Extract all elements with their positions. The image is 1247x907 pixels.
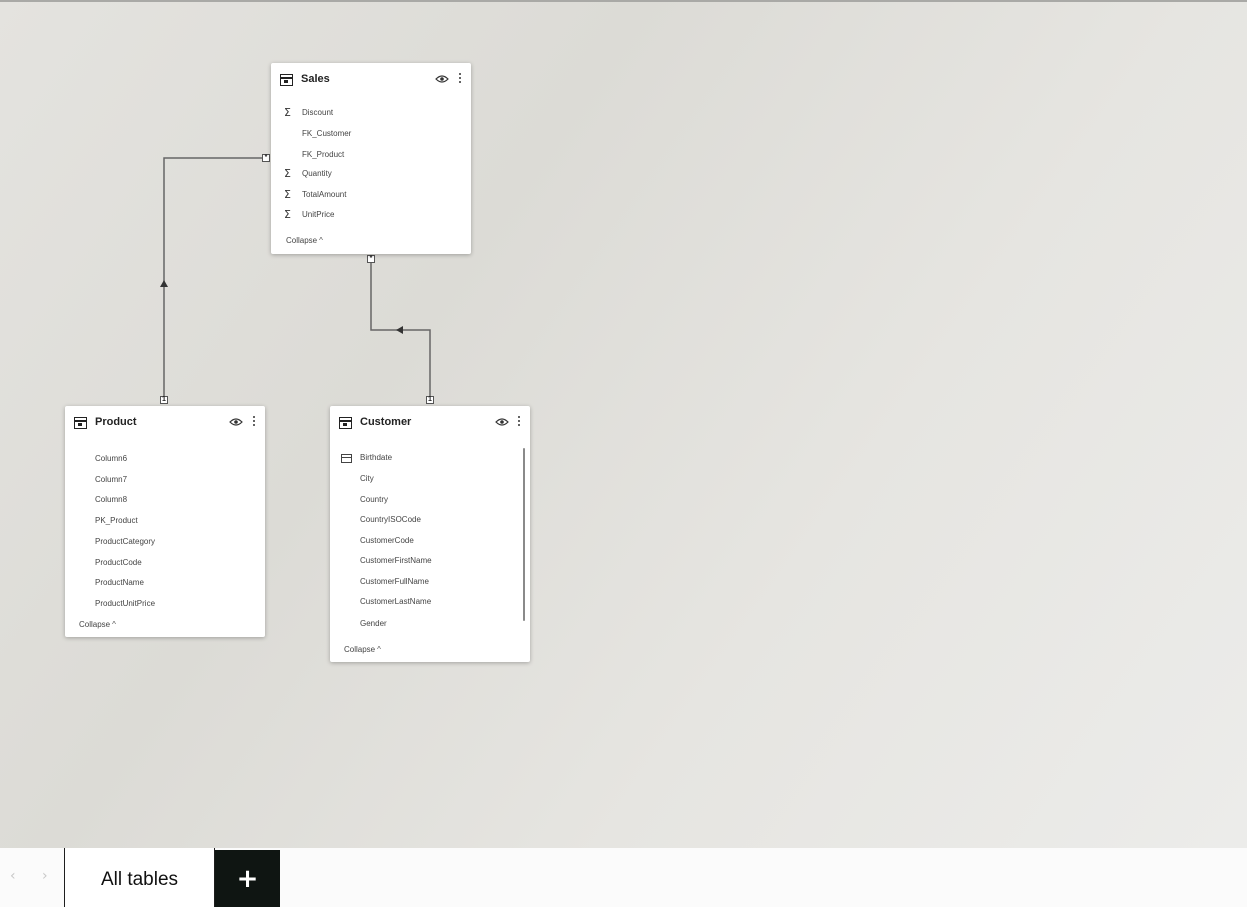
field-row[interactable]: Σ UnitPrice — [271, 207, 471, 227]
many-marker: * — [262, 154, 270, 162]
chevron-up-icon: ^ — [319, 236, 323, 245]
more-options-icon[interactable] — [251, 415, 257, 429]
field-row[interactable]: FK_Product — [271, 147, 471, 167]
field-row[interactable]: Column6 — [65, 451, 265, 471]
many-marker: * — [367, 255, 375, 263]
field-row[interactable]: Σ Quantity — [271, 166, 471, 186]
field-label: ProductUnitPrice — [95, 599, 156, 608]
one-marker: 1 — [160, 396, 168, 404]
field-label: Gender — [360, 619, 387, 628]
more-options-icon[interactable] — [457, 72, 463, 86]
table-card-header[interactable]: Sales — [271, 63, 471, 97]
field-row[interactable]: CustomerCode — [330, 533, 530, 553]
field-row[interactable]: CustomerFullName — [330, 574, 530, 594]
table-card-product[interactable]: Product Column6 Column7 Column8 PK_Produ… — [65, 406, 265, 637]
field-row[interactable]: Σ TotalAmount — [271, 187, 471, 207]
field-label: City — [360, 474, 374, 483]
field-row[interactable]: CountryISOCode — [330, 512, 530, 532]
field-row[interactable]: CustomerLastName — [330, 594, 530, 614]
next-arrow-icon[interactable]: › — [42, 868, 48, 884]
chevron-up-icon: ^ — [112, 620, 116, 629]
more-options-icon[interactable] — [516, 415, 522, 429]
field-label: Column7 — [95, 475, 128, 484]
field-row[interactable]: Column8 — [65, 492, 265, 512]
filter-direction-icon — [396, 326, 403, 334]
tab-all-tables[interactable]: All tables — [64, 848, 215, 907]
collapse-button[interactable]: Collapse ^ — [79, 620, 116, 629]
field-label: Birthdate — [360, 453, 393, 462]
field-label: Column6 — [95, 454, 128, 463]
field-label: UnitPrice — [302, 210, 335, 219]
relationship-line-product-sales[interactable] — [163, 157, 266, 404]
field-row[interactable]: FK_Customer — [271, 126, 471, 146]
table-title: Product — [95, 416, 137, 428]
field-label: ProductCode — [95, 558, 142, 567]
sigma-icon: Σ — [284, 106, 291, 119]
field-row[interactable]: ProductCode — [65, 555, 265, 575]
field-label: PK_Product — [95, 516, 138, 525]
table-icon — [339, 417, 352, 429]
one-marker: 1 — [426, 396, 434, 404]
eye-icon[interactable] — [495, 416, 509, 428]
collapse-label: Collapse — [79, 620, 111, 629]
field-row[interactable]: Σ Discount — [271, 105, 471, 125]
field-row[interactable]: PK_Product — [65, 513, 265, 533]
field-row[interactable]: City — [330, 471, 530, 491]
collapse-button[interactable]: Collapse ^ — [344, 645, 381, 654]
field-label: ProductName — [95, 578, 144, 587]
model-canvas[interactable]: * 1 * 1 Sales Σ Discount FK_Customer FK_… — [0, 0, 1247, 848]
field-label: Discount — [302, 108, 334, 117]
field-label: ProductCategory — [95, 537, 156, 546]
previous-arrow-icon[interactable]: ‹ — [10, 868, 16, 884]
field-row[interactable]: ProductCategory — [65, 534, 265, 554]
table-card-header[interactable]: Customer — [330, 406, 530, 440]
field-label: CustomerLastName — [360, 597, 432, 606]
calendar-icon — [341, 454, 352, 463]
collapse-label: Collapse — [286, 236, 318, 245]
field-label: CustomerCode — [360, 536, 414, 545]
sigma-icon: Σ — [284, 167, 291, 180]
field-row[interactable]: Gender — [330, 616, 530, 636]
field-label: Country — [360, 495, 389, 504]
layout-tab-bar: ‹ › All tables + — [0, 848, 1247, 907]
collapse-label: Collapse — [344, 645, 376, 654]
field-label: FK_Product — [302, 150, 345, 159]
table-title: Customer — [360, 416, 412, 428]
field-row[interactable]: Birthdate — [330, 450, 530, 470]
eye-icon[interactable] — [435, 73, 449, 85]
add-layout-button[interactable]: + — [215, 850, 280, 907]
table-card-header[interactable]: Product — [65, 406, 265, 440]
field-label: TotalAmount — [302, 190, 347, 199]
tab-label: All tables — [100, 869, 179, 890]
field-row[interactable]: ProductUnitPrice — [65, 596, 265, 616]
field-label: CustomerFullName — [360, 577, 429, 586]
table-icon — [74, 417, 87, 429]
field-label: Column8 — [95, 495, 128, 504]
sigma-icon: Σ — [284, 208, 291, 221]
field-row[interactable]: Country — [330, 492, 530, 512]
eye-icon[interactable] — [229, 416, 243, 428]
sigma-icon: Σ — [284, 188, 291, 201]
field-row[interactable]: ProductName — [65, 575, 265, 595]
field-label: CustomerFirstName — [360, 556, 432, 565]
scrollbar[interactable] — [523, 448, 525, 621]
table-card-customer[interactable]: Customer Birthdate City Country CountryI… — [330, 406, 530, 662]
table-title: Sales — [301, 73, 330, 85]
field-label: Quantity — [302, 169, 332, 178]
filter-direction-icon — [160, 280, 168, 287]
field-row[interactable]: CustomerFirstName — [330, 553, 530, 573]
field-label: FK_Customer — [302, 129, 352, 138]
plus-icon: + — [236, 864, 259, 894]
collapse-button[interactable]: Collapse ^ — [286, 236, 323, 245]
chevron-up-icon: ^ — [377, 645, 381, 654]
field-row[interactable]: Column7 — [65, 472, 265, 492]
field-label: CountryISOCode — [360, 515, 421, 524]
table-card-sales[interactable]: Sales Σ Discount FK_Customer FK_Product … — [271, 63, 471, 254]
table-icon — [280, 74, 293, 86]
